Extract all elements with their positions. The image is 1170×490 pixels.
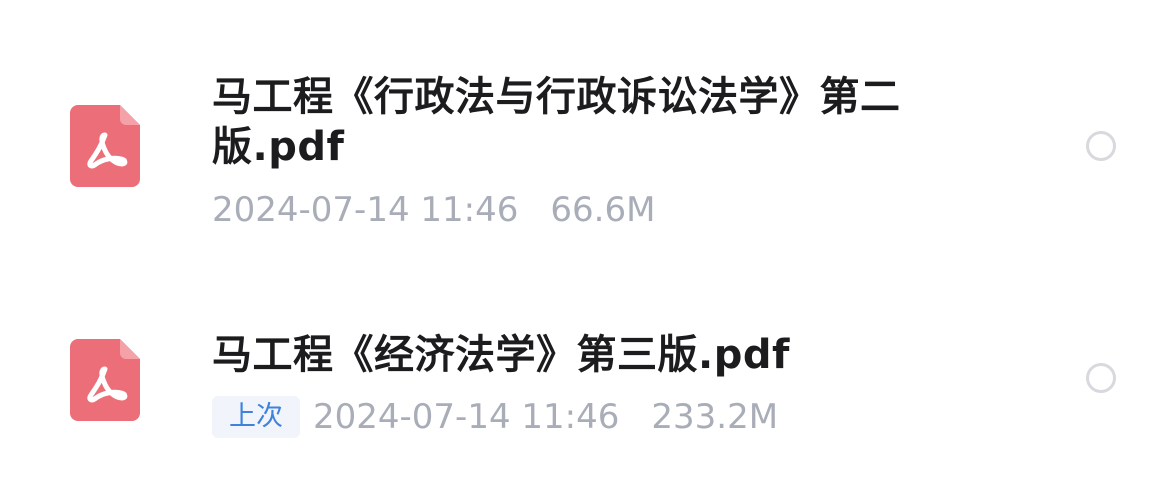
last-opened-badge: 上次	[212, 396, 300, 438]
file-meta: 2024-07-14 11:46 66.6M	[212, 188, 655, 232]
file-date: 2024-07-14 11:46	[212, 190, 519, 230]
file-name: 马工程《经济法学》第三版.pdf	[212, 332, 790, 378]
pdf-file-icon	[70, 339, 140, 421]
file-list: 马工程《行政法与行政诉讼法学》第二版.pdf 2024-07-14 11:46 …	[0, 0, 1170, 490]
select-radio[interactable]	[1086, 131, 1116, 161]
file-list-item[interactable]: 马工程《经济法学》第三版.pdf 上次 2024-07-14 11:46 233…	[0, 310, 1170, 460]
file-date: 2024-07-14 11:46	[313, 397, 620, 437]
pdf-file-icon	[70, 105, 140, 187]
file-name: 马工程《行政法与行政诉讼法学》第二版.pdf	[212, 74, 901, 170]
file-meta: 上次 2024-07-14 11:46 233.2M	[212, 395, 778, 439]
select-radio[interactable]	[1086, 363, 1116, 393]
file-size: 233.2M	[651, 397, 779, 437]
file-list-item[interactable]: 马工程《行政法与行政诉讼法学》第二版.pdf 2024-07-14 11:46 …	[0, 50, 1170, 250]
file-size: 66.6M	[550, 190, 656, 230]
